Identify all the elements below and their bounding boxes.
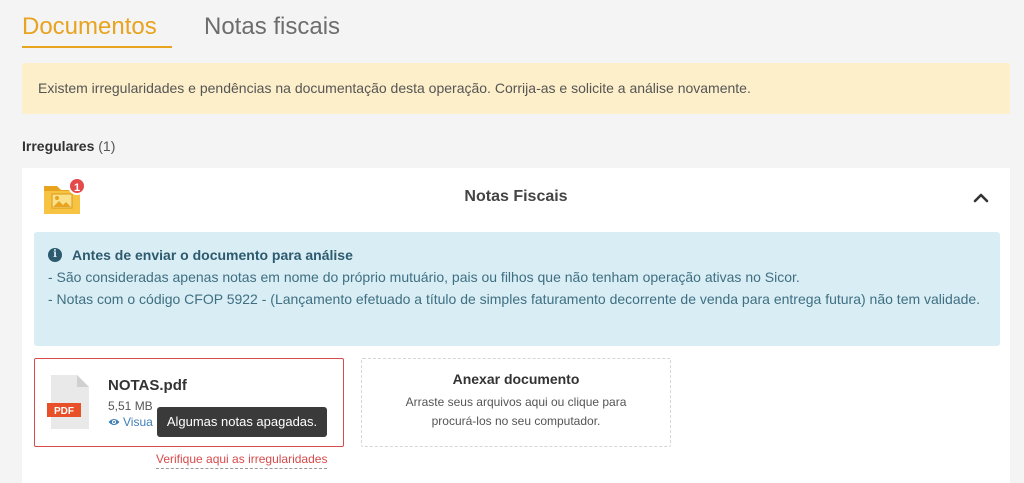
section-title-label: Irregulares (22, 138, 95, 154)
upload-title: Anexar documento (452, 371, 580, 387)
tab-bar: Documentos Notas fiscais (22, 12, 372, 48)
file-size: 5,51 MB (108, 399, 153, 413)
section-title: Irregulares (1) (22, 138, 115, 154)
info-icon: i (48, 248, 62, 262)
document-card: 1 Notas Fiscais i Antes de enviar o docu… (22, 168, 1010, 483)
upload-instructions: Arraste seus arquivos aqui ou clique par… (405, 395, 627, 428)
file-name: NOTAS.pdf (108, 377, 187, 394)
chevron-up-icon[interactable] (972, 190, 990, 206)
section-count: (1) (98, 138, 116, 154)
tab-documentos[interactable]: Documentos (22, 12, 172, 48)
tab-notas-fiscais[interactable]: Notas fiscais (204, 12, 340, 48)
info-line-1: - São consideradas apenas notas em nome … (48, 269, 800, 285)
card-header[interactable]: 1 Notas Fiscais (22, 168, 1010, 228)
pdf-label: PDF (54, 406, 74, 417)
view-file-link[interactable]: Visua (108, 415, 153, 429)
info-title-text: Antes de enviar o documento para análise (72, 247, 353, 263)
check-irregularities-link[interactable]: Verifique aqui as irregularidades (156, 452, 328, 469)
card-title: Notas Fiscais (464, 188, 568, 205)
irregularity-tooltip: Algumas notas apagadas. (157, 407, 327, 437)
info-alert: i Antes de enviar o documento para análi… (34, 232, 1000, 346)
eye-icon (108, 419, 120, 425)
pdf-file-icon: PDF (47, 375, 89, 429)
irregularity-warning-banner: Existem irregularidades e pendências na … (22, 63, 1010, 114)
file-item[interactable]: PDF NOTAS.pdf 5,51 MB Visua Algumas nota… (34, 358, 344, 447)
info-line-2: - Notas com o código CFOP 5922 - (Lançam… (48, 291, 981, 307)
info-alert-title: i Antes de enviar o documento para análi… (48, 244, 986, 266)
view-file-label: Visua (123, 415, 153, 429)
upload-dropzone[interactable]: Anexar documento Arraste seus arquivos a… (361, 358, 671, 447)
